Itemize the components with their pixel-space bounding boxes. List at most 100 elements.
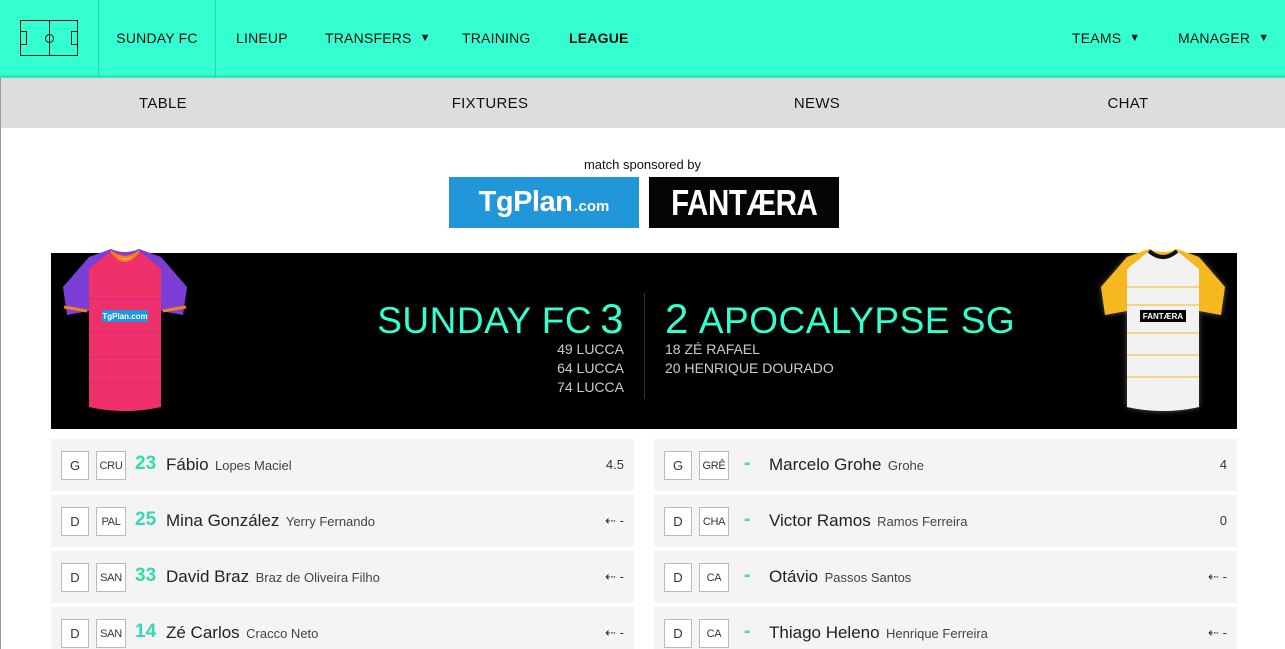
player-name: Otávio Passos Santos <box>769 567 911 587</box>
home-logo[interactable] <box>0 0 99 76</box>
position-badge: D <box>664 563 692 592</box>
subnav-fixtures[interactable]: FIXTURES <box>431 78 549 128</box>
shirt-number: - <box>744 621 751 642</box>
score-divider <box>644 293 645 399</box>
subnav-table[interactable]: TABLE <box>113 78 213 128</box>
nav-lineup[interactable]: LINEUP <box>236 0 288 76</box>
player-name: Zé Carlos Cracco Neto <box>166 623 318 643</box>
player-short-name: Victor Ramos <box>769 511 871 530</box>
tgplan-logo-main: TgPlan <box>478 186 573 218</box>
scorer: 64 LUCCA <box>557 360 624 376</box>
sponsor-caption: match sponsored by <box>583 157 702 172</box>
away-team-title: 2 APOCALYPSE SG <box>665 295 1015 343</box>
lineup-row[interactable]: G GRÊ - Marcelo Grohe Grohe 4 <box>654 439 1237 491</box>
shirt-number: 25 <box>135 509 157 530</box>
player-name: Fábio Lopes Maciel <box>166 455 292 475</box>
chevron-down-icon: ▼ <box>419 32 431 44</box>
nav-teams[interactable]: TEAMS ▼ <box>1072 0 1140 76</box>
nav-manager[interactable]: MANAGER ▼ <box>1178 0 1269 76</box>
team-name-link[interactable]: SUNDAY FC <box>99 0 216 76</box>
player-full-name: Yerry Fernando <box>285 514 375 529</box>
player-full-name: Braz de Oliveira Filho <box>255 570 380 585</box>
position-badge: G <box>61 451 89 480</box>
shirt-number: 14 <box>135 621 157 642</box>
player-short-name: Marcelo Grohe <box>769 455 882 474</box>
lineup-row[interactable]: D CA - Otávio Passos Santos ⇠ - <box>654 551 1237 603</box>
club-badge: CA <box>699 563 729 592</box>
league-subnav: TABLE FIXTURES NEWS CHAT <box>1 78 1285 128</box>
club-badge: GRÊ <box>699 451 729 480</box>
club-badge: SAN <box>96 619 126 648</box>
subnav-news[interactable]: NEWS <box>767 78 867 128</box>
shirt-number: - <box>744 453 751 474</box>
player-short-name: Zé Carlos <box>166 623 240 642</box>
nav-training[interactable]: TRAINING <box>462 0 531 76</box>
away-shirt-sponsor: FANTÆRA <box>1143 312 1184 321</box>
position-badge: D <box>61 507 89 536</box>
player-points: ⇠ - <box>605 513 624 528</box>
club-badge: CRU <box>96 451 126 480</box>
home-shirt-icon: TgPlan.com <box>63 249 187 411</box>
home-team-name: SUNDAY FC <box>377 300 593 341</box>
shirt-number: - <box>744 509 751 530</box>
match-banner: TgPlan.com SUNDAY FC 3 2 APOCALYPSE SG 49 … <box>51 249 1237 429</box>
club-badge: SAN <box>96 563 126 592</box>
fantaera-sponsor-logo[interactable]: FANTÆRA <box>649 177 839 228</box>
away-scorers: 18 ZÉ RAFAEL 20 HENRIQUE DOURADO <box>665 340 834 378</box>
lineup-row[interactable]: D CA - Thiago Heleno Henrique Ferreira ⇠… <box>654 607 1237 649</box>
player-points: 4 <box>1219 457 1227 472</box>
player-name: Marcelo Grohe Grohe <box>769 455 924 475</box>
player-name: David Braz Braz de Oliveira Filho <box>166 567 380 587</box>
scorer: 18 ZÉ RAFAEL <box>665 341 760 357</box>
lineup-row[interactable]: D SAN 14 Zé Carlos Cracco Neto ⇠ - <box>51 607 634 649</box>
home-team-title: SUNDAY FC 3 <box>377 295 624 343</box>
shirt-number: 23 <box>135 453 157 474</box>
nav-transfers-label: TRANSFERS <box>325 30 412 46</box>
player-name: Thiago Heleno Henrique Ferreira <box>769 623 988 643</box>
scorer: 74 LUCCA <box>557 379 624 395</box>
player-points: ⇠ - <box>605 569 624 584</box>
player-points: ⇠ - <box>1208 625 1227 640</box>
player-full-name: Cracco Neto <box>246 626 319 641</box>
fantaera-logo-text: FANTÆRA <box>670 181 818 223</box>
top-navbar: SUNDAY FC LINEUP TRANSFERS ▼ TRAINING LE… <box>0 0 1285 78</box>
scorer: 49 LUCCA <box>557 341 624 357</box>
lineup-row[interactable]: G CRU 23 Fábio Lopes Maciel 4.5 <box>51 439 634 491</box>
club-badge: PAL <box>96 507 126 536</box>
player-points: 4.5 <box>605 457 624 472</box>
subnav-chat[interactable]: CHAT <box>1078 78 1178 128</box>
lineup-row[interactable]: D PAL 25 Mina González Yerry Fernando ⇠ … <box>51 495 634 547</box>
position-badge: G <box>664 451 692 480</box>
home-score: 3 <box>600 295 624 342</box>
position-badge: D <box>61 619 89 648</box>
player-short-name: Fábio <box>166 455 209 474</box>
away-score: 2 <box>665 295 689 342</box>
tgplan-sponsor-logo[interactable]: TgPlan .com <box>449 177 639 228</box>
lineup-row[interactable]: D CHA - Victor Ramos Ramos Ferreira 0 <box>654 495 1237 547</box>
shirt-number: 33 <box>135 565 157 586</box>
position-badge: D <box>664 619 692 648</box>
nav-league[interactable]: LEAGUE <box>569 0 629 76</box>
chevron-down-icon: ▼ <box>1258 32 1270 44</box>
player-points: 0 <box>1219 513 1227 528</box>
away-team-name: APOCALYPSE SG <box>698 300 1016 341</box>
home-shirt-sponsor: TgPlan.com <box>102 312 147 321</box>
nav-transfers[interactable]: TRANSFERS ▼ <box>325 0 431 76</box>
player-full-name: Lopes Maciel <box>214 458 292 473</box>
player-full-name: Passos Santos <box>824 570 912 585</box>
player-short-name: Mina González <box>166 511 280 530</box>
lineup-row[interactable]: D SAN 33 David Braz Braz de Oliveira Fil… <box>51 551 634 603</box>
football-pitch-icon <box>20 20 78 56</box>
position-badge: D <box>664 507 692 536</box>
player-short-name: Thiago Heleno <box>769 623 880 642</box>
player-short-name: Otávio <box>769 567 819 586</box>
player-full-name: Grohe <box>887 458 925 473</box>
player-points: ⇠ - <box>605 625 624 640</box>
away-shirt-icon: FANTÆRA <box>1101 249 1225 411</box>
player-short-name: David Braz <box>166 567 250 586</box>
position-badge: D <box>61 563 89 592</box>
player-full-name: Henrique Ferreira <box>886 626 988 641</box>
shirt-number: - <box>744 565 751 586</box>
tgplan-logo-suffix: .com <box>574 198 610 215</box>
scorer: 20 HENRIQUE DOURADO <box>665 360 834 376</box>
